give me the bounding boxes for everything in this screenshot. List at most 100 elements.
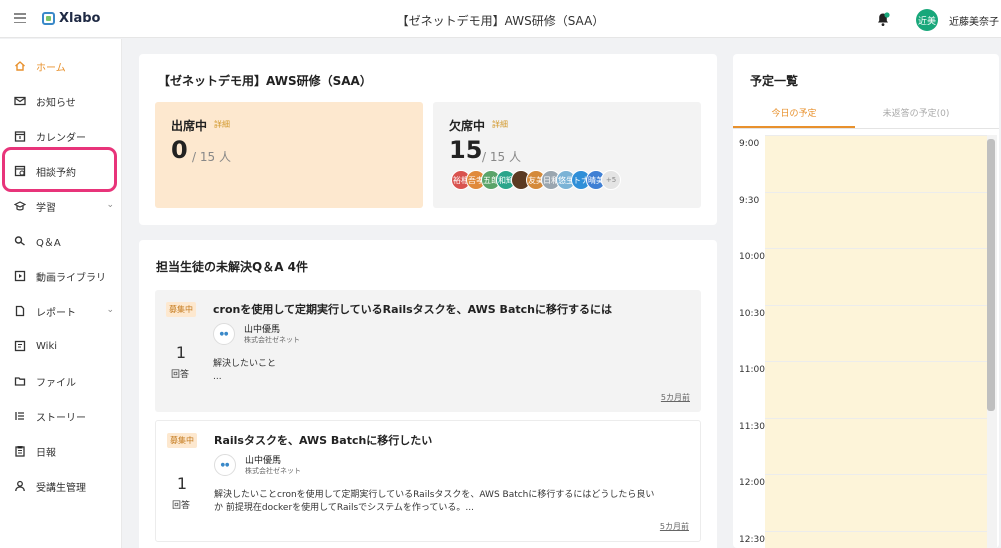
sidebar-item-wiki[interactable]: Wiki: [0, 332, 122, 360]
schedule-title: 予定一覧: [750, 74, 799, 88]
folder-icon: [14, 375, 26, 387]
qa-timestamp[interactable]: 5カ月前: [660, 521, 689, 532]
page-title: 【ゼネットデモ用】AWS研修（SAA）: [396, 14, 605, 28]
sidebar-item-home[interactable]: ホーム: [0, 52, 122, 80]
qa-body-line: ...: [213, 372, 222, 382]
clipboard-icon: [14, 445, 26, 457]
sidebar-item-story[interactable]: ストーリー: [0, 402, 122, 430]
qa-icon: [14, 235, 26, 247]
time-label: 12:30: [739, 534, 765, 545]
present-label: 出席中: [171, 119, 208, 133]
status-badge: 募集中: [166, 302, 196, 317]
time-label: 9:30: [739, 195, 760, 206]
sidebar-item-label: 受講生管理: [36, 482, 86, 494]
answer-count-label: 回答: [171, 370, 190, 380]
attendance-absent-panel: 欠席中 詳細 15 / 15 人 裕相 吾孝 五郎 和輝 友美 日和 悠生 トナ 晴美 +5: [433, 102, 701, 208]
sidebar-item-report[interactable]: レポート ⌄: [0, 297, 122, 325]
user-name[interactable]: 近藤美奈子: [949, 13, 999, 28]
bell-icon[interactable]: [876, 12, 890, 27]
tab-pending[interactable]: 未返答の予定(0): [855, 106, 977, 119]
qa-user-company: 株式会社ゼネット: [245, 467, 301, 475]
time-gridline: [765, 135, 987, 136]
time-gridline: [765, 530, 987, 532]
tab-divider: [733, 128, 999, 129]
sidebar-item-label: 動画ライブラリ: [36, 272, 106, 284]
highlight-annotation: [2, 147, 117, 192]
time-label: 9:00: [739, 139, 760, 149]
sidebar-item-label: ストーリー: [36, 412, 86, 424]
absent-total: / 15 人: [482, 150, 521, 164]
present-total: / 15 人: [192, 150, 231, 164]
qa-card: 担当生徒の未解決Q＆A 4件 募集中 cronを使用して定期実行しているRail…: [139, 240, 717, 548]
schedule-grid[interactable]: [765, 135, 987, 548]
status-badge: 募集中: [167, 433, 197, 448]
chevron-down-icon[interactable]: ⌄: [106, 305, 114, 315]
sidebar-item-daily-report[interactable]: 日報: [0, 437, 122, 465]
scrollbar-thumb[interactable]: [987, 139, 995, 411]
qa-body-line: 解決したいこと: [213, 359, 277, 369]
answer-count: 1: [175, 343, 187, 362]
sidebar-item-files[interactable]: ファイル: [0, 367, 122, 395]
time-gridline: [765, 304, 987, 306]
sidebar-item-label: お知らせ: [36, 97, 76, 109]
top-bar: Xlabo 【ゼネットデモ用】AWS研修（SAA） 近美 近藤美奈子: [0, 0, 1001, 38]
qa-body: 解決したいことcronを使用して定期実行しているRailsタスクを、AWS Ba…: [214, 489, 692, 515]
avatar: ●●: [214, 454, 236, 476]
answer-count: 1: [176, 474, 188, 493]
qa-title[interactable]: cronを使用して定期実行しているRailsタスクを、AWS Batchに移行す…: [213, 301, 612, 317]
attendance-present-panel: 出席中 詳細 0 / 15 人: [155, 102, 423, 208]
qa-user-company: 株式会社ゼネット: [244, 336, 300, 344]
sidebar-item-calendar[interactable]: カレンダー: [0, 122, 122, 150]
sidebar-item-label: Q＆A: [36, 237, 61, 249]
absent-label: 欠席中: [449, 119, 486, 133]
qa-user-name: 山中優馬: [245, 456, 282, 466]
sidebar-item-video-library[interactable]: 動画ライブラリ: [0, 262, 122, 290]
avatar: ●●: [213, 323, 235, 345]
qa-body-line: か 前提現在dockerを使用してRailsでシステムを作っている。...: [214, 503, 475, 513]
course-card: 【ゼネットデモ用】AWS研修（SAA） 出席中 詳細 0 / 15 人 欠席中 …: [139, 54, 717, 225]
tab-today[interactable]: 今日の予定: [733, 106, 855, 119]
schedule-card: 予定一覧 今日の予定 未返答の予定(0) 9:00 9:30 10:00 10:30 1…: [733, 54, 999, 548]
sidebar-item-label: ファイル: [36, 377, 76, 389]
qa-timestamp[interactable]: 5カ月前: [661, 392, 690, 403]
graduation-cap-icon: [14, 200, 26, 212]
time-label: 10:00: [739, 252, 765, 262]
course-title: 【ゼネットデモ用】AWS研修（SAA）: [158, 74, 372, 88]
more-avatars-badge[interactable]: +5: [601, 170, 621, 190]
time-gridline: [765, 248, 987, 249]
time-label: 10:30: [739, 308, 765, 319]
person-icon: [14, 480, 26, 492]
list-icon: [14, 410, 26, 422]
sidebar-item-qa[interactable]: Q＆A: [0, 227, 122, 255]
user-avatar[interactable]: 近美: [916, 9, 938, 31]
chevron-down-icon[interactable]: ⌄: [106, 200, 114, 210]
video-icon: [14, 270, 26, 282]
answer-count-label: 回答: [172, 501, 191, 511]
time-gridline: [765, 191, 987, 193]
wiki-icon: [14, 340, 26, 352]
qa-list-item[interactable]: 募集中 cronを使用して定期実行しているRailsタスクを、AWS Batch…: [155, 290, 701, 412]
sidebar-item-label: レポート: [36, 307, 76, 319]
sidebar-item-notices[interactable]: お知らせ: [0, 87, 122, 115]
qa-body-line: 解決したいことcronを使用して定期実行しているRailsタスクを、AWS Ba…: [214, 490, 655, 500]
time-gridline: [765, 417, 987, 419]
sidebar-item-students[interactable]: 受講生管理: [0, 472, 122, 500]
present-detail-link[interactable]: 詳細: [214, 119, 230, 130]
sidebar-item-label: 学習: [36, 202, 56, 214]
sidebar-item-label: 日報: [36, 447, 56, 459]
time-label: 11:00: [739, 365, 765, 375]
qa-title[interactable]: Railsタスクを、AWS Batchに移行したい: [214, 432, 432, 448]
active-tab-indicator: [733, 126, 855, 128]
qa-list-item[interactable]: 募集中 Railsタスクを、AWS Batchに移行したい ●● 山中優馬 株式…: [155, 420, 701, 542]
absent-detail-link[interactable]: 詳細: [492, 119, 508, 130]
mail-icon: [14, 95, 26, 107]
sidebar: ホーム お知らせ カレンダー 相談予約 学習 ⌄ Q＆A 動画ライブラリ レポー…: [0, 39, 122, 548]
qa-body: 解決したいこと ...: [213, 358, 691, 384]
calendar-icon: [14, 130, 26, 142]
time-label: 12:00: [739, 478, 765, 488]
sidebar-item-learning[interactable]: 学習 ⌄: [0, 192, 122, 220]
time-label: 11:30: [739, 421, 765, 432]
document-icon: [14, 305, 26, 317]
sidebar-item-label: カレンダー: [36, 132, 86, 144]
home-icon: [14, 60, 26, 72]
